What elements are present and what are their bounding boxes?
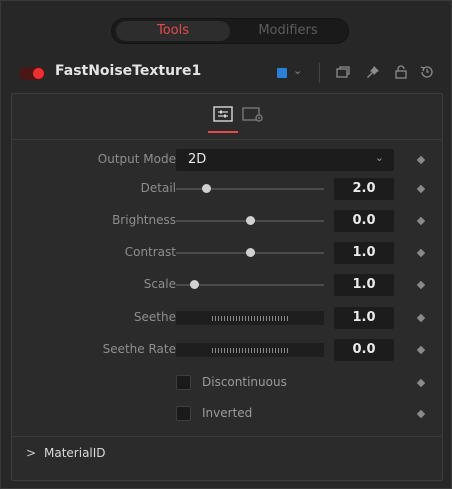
thumbwheel-ticks <box>212 316 288 321</box>
expand-arrow-icon[interactable]: > <box>26 446 36 460</box>
detail-slider[interactable] <box>176 184 324 194</box>
lock-icon[interactable] <box>393 64 409 80</box>
chevron-down-icon: ⌄ <box>374 151 384 164</box>
node-enable-toggle[interactable] <box>19 67 45 80</box>
tools-modifiers-switch: Tools Modifiers <box>111 18 349 44</box>
slider-handle[interactable] <box>189 280 199 289</box>
seethe-value[interactable]: 1.0 <box>334 307 394 329</box>
keyframe-diamond-icon[interactable] <box>416 378 426 388</box>
contrast-label: Contrast <box>124 245 176 259</box>
contrast-slider[interactable] <box>176 248 324 258</box>
contrast-value[interactable]: 1.0 <box>334 242 394 264</box>
active-tab-underline <box>208 131 238 133</box>
seethe-rate-value[interactable]: 0.0 <box>334 339 394 361</box>
scale-row: Scale 1.0 <box>12 274 442 296</box>
keyframe-diamond-icon[interactable] <box>416 345 426 355</box>
output-mode-row: Output Mode 2D ⌄ <box>12 149 442 171</box>
seethe-thumbwheel[interactable] <box>176 311 324 325</box>
color-chevron-down-icon[interactable]: ⌄ <box>293 64 302 77</box>
inverted-row: Inverted <box>12 403 442 425</box>
thumbwheel-ticks <box>212 348 288 353</box>
modifiers-tab[interactable]: Modifiers <box>232 21 344 41</box>
output-mode-value: 2D <box>188 152 207 167</box>
seethe-label: Seethe <box>133 310 176 324</box>
toggle-knob <box>33 68 44 79</box>
node-color-chip[interactable] <box>277 68 287 78</box>
seethe-rate-label: Seethe Rate <box>102 342 176 356</box>
seethe-rate-row: Seethe Rate 0.0 <box>12 339 442 361</box>
reset-icon[interactable] <box>419 64 435 80</box>
inspector-panel: Output Mode 2D ⌄ Detail 2.0 Brightness 0… <box>11 93 443 481</box>
materialid-section-header[interactable]: > MaterialID <box>12 436 442 468</box>
scale-value[interactable]: 1.0 <box>334 274 394 296</box>
settings-tab-icon[interactable] <box>242 105 264 123</box>
slider-handle[interactable] <box>246 248 255 257</box>
keyframe-diamond-icon[interactable] <box>416 280 426 290</box>
scale-label: Scale <box>143 277 176 291</box>
node-name[interactable]: FastNoiseTexture1 <box>55 63 201 79</box>
detail-row: Detail 2.0 <box>12 178 442 200</box>
slider-handle[interactable] <box>201 184 211 193</box>
tools-tab[interactable]: Tools <box>116 21 230 41</box>
inspector-window: Tools Modifiers FastNoiseTexture1 ⌄ Outp… <box>0 0 452 489</box>
inverted-checkbox[interactable] <box>176 406 191 421</box>
keyframe-diamond-icon[interactable] <box>416 313 426 323</box>
keyframe-diamond-icon[interactable] <box>416 184 426 194</box>
section-title: MaterialID <box>44 446 106 460</box>
pin-icon[interactable] <box>365 64 381 80</box>
discontinuous-row: Discontinuous <box>12 372 442 394</box>
output-mode-label: Output Mode <box>97 152 176 166</box>
discontinuous-checkbox[interactable] <box>176 375 191 390</box>
slider-handle[interactable] <box>246 216 255 225</box>
brightness-row: Brightness 0.0 <box>12 210 442 232</box>
contrast-row: Contrast 1.0 <box>12 242 442 264</box>
detail-value[interactable]: 2.0 <box>334 178 394 200</box>
versions-icon[interactable] <box>335 64 351 80</box>
inspector-tab-bar <box>12 94 442 140</box>
seethe-rate-thumbwheel[interactable] <box>176 343 324 357</box>
seethe-row: Seethe 1.0 <box>12 307 442 329</box>
node-header: FastNoiseTexture1 ⌄ <box>9 59 445 87</box>
slider-track <box>176 188 324 190</box>
brightness-slider[interactable] <box>176 216 324 226</box>
inverted-label[interactable]: Inverted <box>202 406 252 420</box>
keyframe-diamond-icon[interactable] <box>416 216 426 226</box>
keyframe-diamond-icon[interactable] <box>416 248 426 258</box>
brightness-label: Brightness <box>112 213 176 227</box>
header-divider <box>319 63 320 83</box>
output-mode-dropdown[interactable]: 2D ⌄ <box>176 149 394 171</box>
keyframe-diamond-icon[interactable] <box>416 409 426 419</box>
scale-slider[interactable] <box>176 280 324 290</box>
controls-tab-icon[interactable] <box>212 105 234 123</box>
discontinuous-label[interactable]: Discontinuous <box>202 375 287 389</box>
brightness-value[interactable]: 0.0 <box>334 210 394 232</box>
keyframe-diamond-icon[interactable] <box>416 155 426 165</box>
detail-label: Detail <box>140 181 176 195</box>
